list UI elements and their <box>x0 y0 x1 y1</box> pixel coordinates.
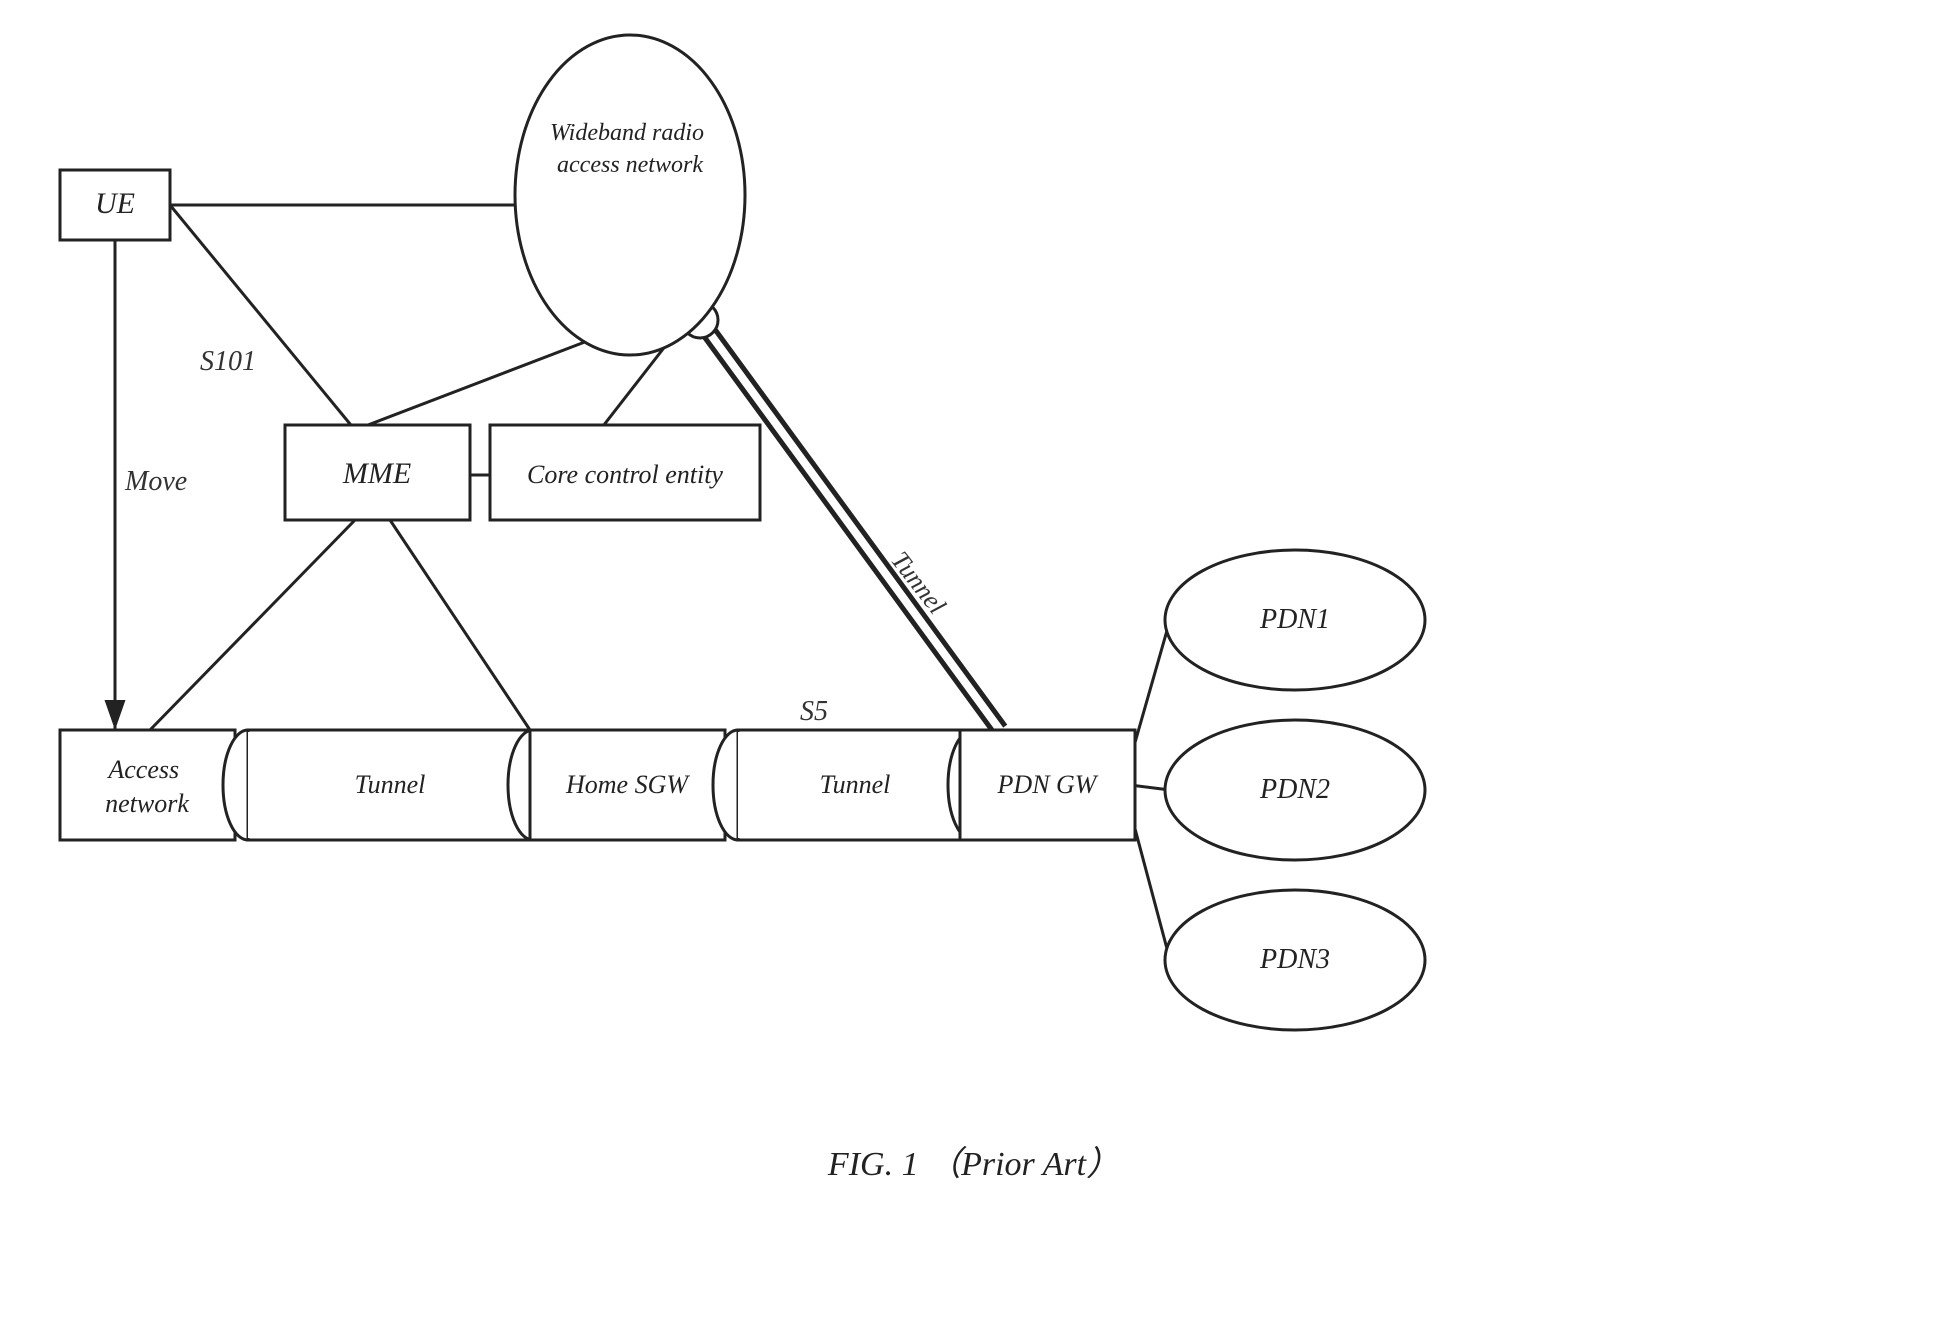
wideband-to-mme-left <box>355 340 590 430</box>
diagonal-tunnel-inner <box>700 320 1000 730</box>
mme-to-sgw-right <box>390 520 530 730</box>
pdn1-label: PDN1 <box>1259 604 1330 635</box>
wideband-ellipse <box>515 35 745 355</box>
ue-to-mme-line <box>170 205 355 430</box>
pdn3-label: PDN3 <box>1259 944 1330 975</box>
tunnel2-label: Tunnel <box>820 770 891 799</box>
s5-label: S5 <box>800 696 828 727</box>
pdn2-label: PDN2 <box>1259 774 1330 805</box>
access-network-box <box>60 730 235 840</box>
core-control-label: Core control entity <box>527 460 723 489</box>
home-sgw-label: Home SGW <box>565 770 690 799</box>
ue-label: UE <box>95 187 135 220</box>
move-label: Move <box>124 466 187 497</box>
mme-label: MME <box>342 457 411 490</box>
tunnel1-left-cover <box>248 732 273 838</box>
mme-to-access-left <box>150 520 355 730</box>
tunnel2-left-cover <box>738 732 763 838</box>
s101-label: S101 <box>200 346 256 377</box>
fig-caption: FIG. 1 （Prior Art） <box>827 1145 1120 1183</box>
pdn-gw-label: PDN GW <box>997 770 1099 799</box>
tunnel1-label: Tunnel <box>355 770 426 799</box>
